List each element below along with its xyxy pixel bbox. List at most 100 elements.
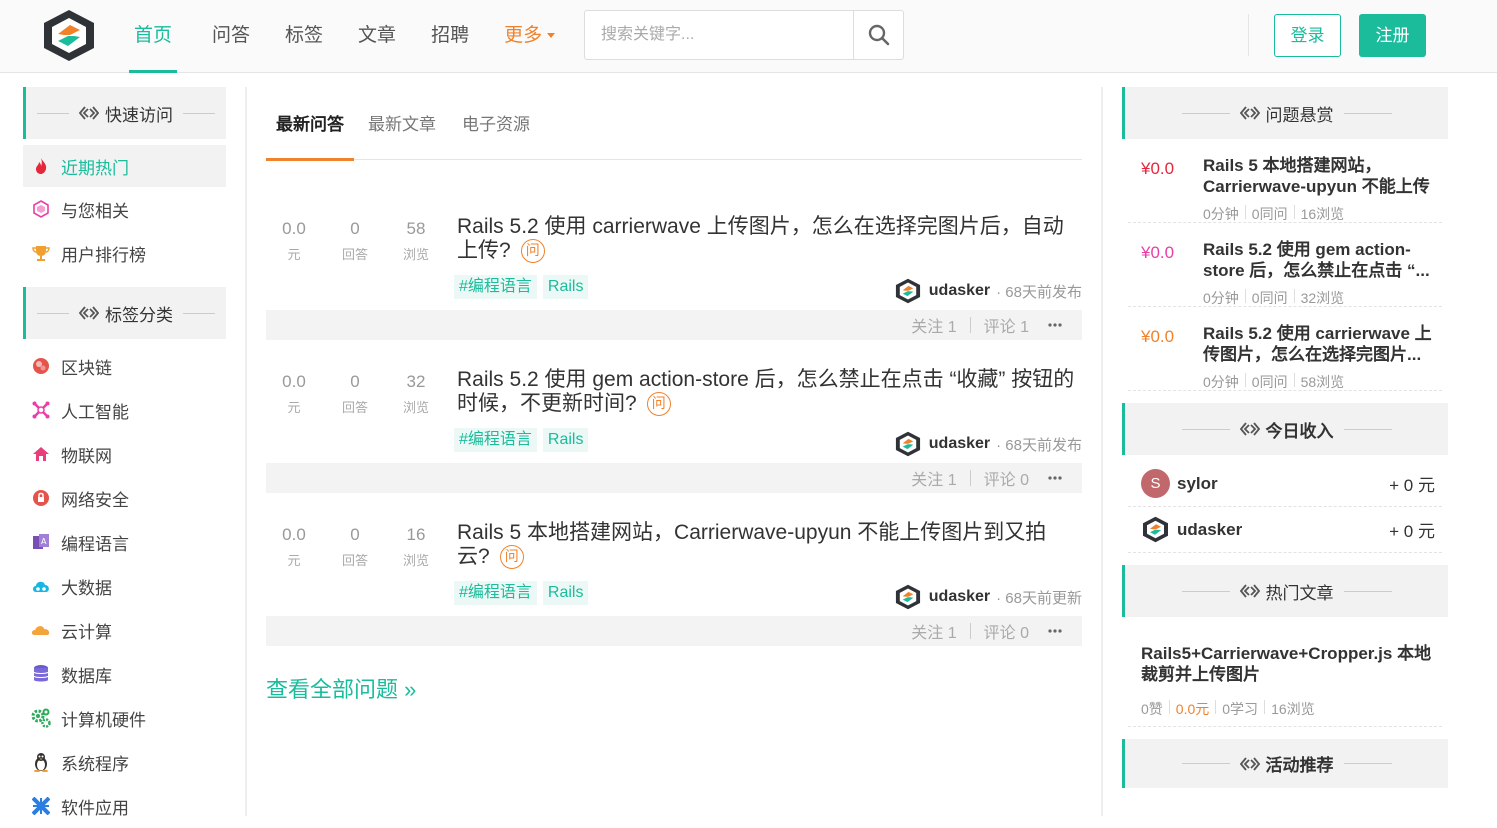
views-stat: 32 浏览	[386, 372, 446, 416]
sidebar-item-programming[interactable]: A 编程语言	[23, 520, 226, 564]
question-footer: 关注 1 评论 0	[266, 616, 1082, 646]
reward-title-link[interactable]: Rails 5.2 使用 gem action-store 后，怎么禁止在点击 …	[1203, 239, 1443, 281]
sidebar-item-cloud[interactable]: 云计算	[23, 608, 226, 652]
follow-button[interactable]: 关注 1	[911, 619, 956, 643]
question-title[interactable]: Rails 5.2 使用 gem action-store 后，怎么禁止在点击 …	[457, 368, 1077, 417]
site-logo[interactable]	[40, 8, 98, 63]
sidebar-item-label: 云计算	[61, 622, 112, 642]
nav-more[interactable]: 更多	[504, 0, 556, 73]
sidebar-item-security[interactable]: 网络安全	[23, 476, 226, 520]
more-dots-icon[interactable]	[1048, 629, 1062, 633]
more-dots-icon[interactable]	[1048, 476, 1062, 480]
divider-line	[1343, 112, 1392, 114]
sidebar-item-ranking[interactable]: 用户排行榜	[23, 231, 226, 275]
hot-articles-header: 热门文章	[1122, 565, 1448, 617]
tag-link[interactable]: #编程语言	[454, 428, 537, 452]
sidebar-item-blockchain[interactable]: 区块链	[23, 344, 226, 388]
reward-item: ¥0.0 Rails 5.2 使用 gem action-store 后，怎么禁…	[1128, 223, 1442, 307]
divider-line	[1181, 763, 1230, 764]
sidebar-item-label: 区块链	[61, 358, 112, 378]
views-label: 浏览	[402, 247, 429, 262]
author-name[interactable]: udasker	[929, 435, 990, 453]
nav-jobs[interactable]: 招聘	[431, 0, 469, 73]
sidebar-item-label: 编程语言	[61, 534, 129, 554]
sidebar-item-ai[interactable]: 人工智能	[23, 388, 226, 432]
sidebar-item-bigdata[interactable]: 大数据	[23, 564, 226, 608]
views-label: 浏览	[402, 553, 429, 568]
comment-button[interactable]: 评论 1	[984, 313, 1029, 337]
reward-item: ¥0.0 Rails 5 本地搭建网站，Carrierwave-upyun 不能…	[1128, 139, 1442, 223]
income-user[interactable]: sylor	[1177, 474, 1218, 494]
reward-title-link[interactable]: Rails 5.2 使用 carrierwave 上传图片，怎么在选择完图片..…	[1203, 323, 1443, 365]
question-title[interactable]: Rails 5.2 使用 carrierwave 上传图片，怎么在选择完图片后，…	[457, 215, 1077, 264]
app-icon	[31, 796, 51, 816]
left-sidebar: 快速访问 近期热门 与您相关 用户排行榜 标签分类 区块链 人工智能 物联网 网…	[23, 87, 226, 828]
income-user[interactable]: udasker	[1177, 520, 1242, 540]
avatar[interactable]	[894, 583, 922, 611]
article-item: Rails5+Carrierwave+Cropper.js 本地裁剪并上传图片 …	[1128, 617, 1442, 727]
tab-e-resources[interactable]: 电子资源	[462, 87, 530, 160]
diamond-code-icon	[1239, 106, 1260, 120]
search-input[interactable]	[585, 11, 853, 59]
sidebar-item-iot[interactable]: 物联网	[23, 432, 226, 476]
nav-tags[interactable]: 标签	[285, 0, 323, 73]
register-button[interactable]: 注册	[1359, 14, 1426, 57]
svg-text:A: A	[41, 537, 47, 546]
views-label: 浏览	[402, 400, 429, 415]
main-content: 最新问答 最新文章 电子资源 0.0 元 0 回答 58 浏览 Rails 5.…	[264, 87, 1082, 702]
comment-button[interactable]: 评论 0	[984, 619, 1029, 643]
tab-latest-articles[interactable]: 最新文章	[368, 87, 436, 160]
answers-stat: 0 回答	[325, 219, 385, 263]
tag-link[interactable]: Rails	[542, 275, 589, 299]
nav-home[interactable]: 首页	[129, 0, 178, 73]
hexagon-icon	[31, 199, 51, 219]
reward-item: ¥0.0 Rails 5.2 使用 carrierwave 上传图片，怎么在选择…	[1128, 307, 1442, 391]
article-money: 0.0元	[1175, 701, 1210, 717]
nav-articles[interactable]: 文章	[358, 0, 396, 73]
tag-link[interactable]: #编程语言	[454, 275, 537, 299]
reward-meta: 0分钟 0同问 16浏览	[1203, 204, 1344, 224]
article-likes: 0赞	[1141, 701, 1163, 717]
nav-questions[interactable]: 问答	[212, 0, 250, 73]
sidebar-item-related[interactable]: 与您相关	[23, 187, 226, 231]
penguin-icon	[31, 752, 51, 772]
follow-button[interactable]: 关注 1	[911, 313, 956, 337]
money-label: 元	[287, 553, 301, 568]
author-name[interactable]: udasker	[929, 282, 990, 300]
sidebar-item-hot[interactable]: 近期热门	[23, 145, 226, 187]
tag-link[interactable]: Rails	[542, 581, 589, 605]
money-stat: 0.0 元	[264, 372, 324, 416]
divider-line	[183, 112, 215, 114]
avatar[interactable]: S	[1141, 469, 1170, 498]
reward-views: 32浏览	[1300, 290, 1345, 306]
tag-link[interactable]: Rails	[542, 428, 589, 452]
login-button[interactable]: 登录	[1274, 14, 1341, 57]
sidebar-item-software[interactable]: 软件应用	[23, 784, 226, 828]
income-amount: + 0 元	[1389, 522, 1435, 541]
follow-button[interactable]: 关注 1	[911, 466, 956, 490]
sidebar-item-database[interactable]: 数据库	[23, 652, 226, 696]
divider-line	[1181, 112, 1230, 114]
answers-stat: 0 回答	[325, 525, 385, 569]
reward-header: 问题悬赏	[1122, 87, 1448, 139]
view-all-questions-link[interactable]: 查看全部问题 »	[266, 672, 416, 704]
sidebar-item-hardware[interactable]: 计算机硬件	[23, 696, 226, 740]
search-button[interactable]	[853, 11, 903, 59]
reward-title-link[interactable]: Rails 5 本地搭建网站，Carrierwave-upyun 不能上传图片.…	[1203, 155, 1443, 197]
views-value: 16	[406, 525, 426, 544]
author-name[interactable]: udasker	[929, 588, 990, 606]
tag-link[interactable]: #编程语言	[454, 581, 537, 605]
question-title[interactable]: Rails 5 本地搭建网站，Carrierwave-upyun 不能上传图片到…	[457, 521, 1077, 570]
question-tags: #编程语言 Rails	[454, 275, 594, 299]
avatar[interactable]	[894, 277, 922, 305]
article-learn: 0学习	[1222, 701, 1259, 717]
more-dots-icon[interactable]	[1048, 323, 1062, 327]
avatar[interactable]	[1141, 515, 1170, 544]
article-title-link[interactable]: Rails5+Carrierwave+Cropper.js 本地裁剪并上传图片	[1141, 643, 1446, 685]
tags-category-title: 标签分类	[105, 305, 173, 325]
separator	[1293, 205, 1295, 219]
tab-latest-questions[interactable]: 最新问答	[266, 87, 354, 161]
comment-button[interactable]: 评论 0	[984, 466, 1029, 490]
avatar[interactable]	[894, 430, 922, 458]
sidebar-item-system[interactable]: 系统程序	[23, 740, 226, 784]
